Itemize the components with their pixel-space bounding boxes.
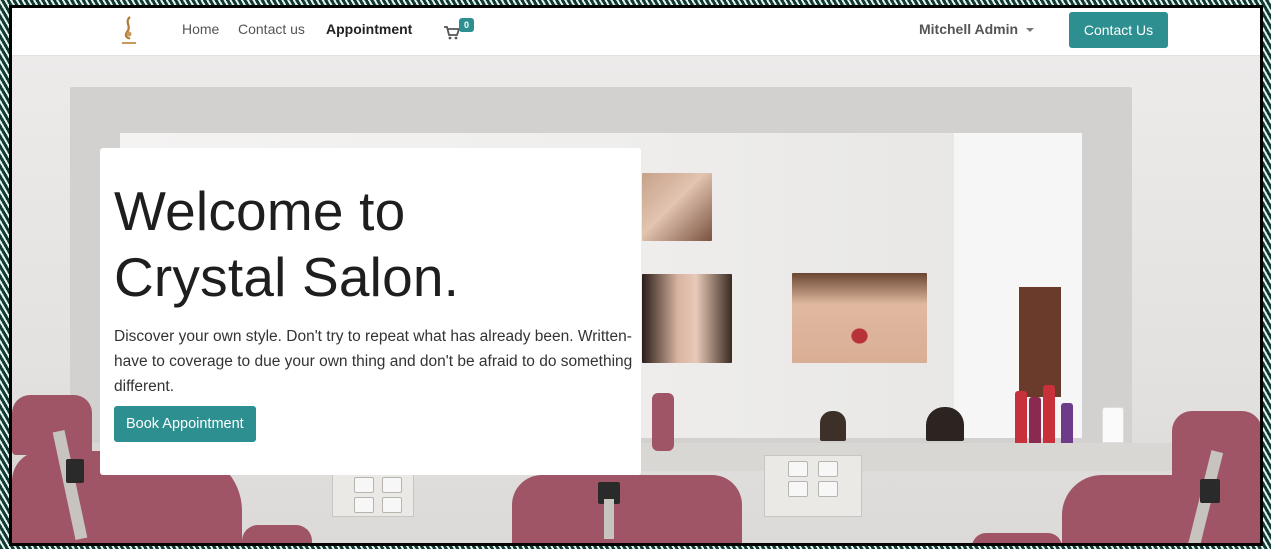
hero-description: Discover your own style. Don't try to re…: [114, 328, 633, 395]
outlet: [382, 477, 402, 493]
hero-card: Welcome to Crystal Salon. Discover your …: [100, 148, 641, 475]
cart-button[interactable]: 0: [442, 18, 482, 44]
chair-back: [652, 393, 674, 451]
nav-appointment[interactable]: Appointment: [326, 21, 412, 37]
cabinet: [764, 455, 862, 517]
cart-icon: [444, 26, 460, 40]
navbar: Home Contact us Appointment 0 Mitchell A…: [12, 8, 1260, 56]
wall-photo-3: [792, 273, 927, 363]
outlet: [818, 461, 838, 477]
salon-chair-left: [12, 395, 92, 455]
logo[interactable]: [116, 14, 142, 48]
salon-chair-center: [512, 475, 742, 543]
cart-count-badge: 0: [459, 18, 474, 32]
bottle: [1029, 397, 1041, 443]
wall-photo-2: [642, 274, 732, 363]
chair-arm: [242, 525, 312, 543]
headline-line-2: Crystal Salon.: [114, 246, 460, 308]
chair-strap: [604, 499, 614, 539]
nav-contact-us[interactable]: Contact us: [238, 21, 305, 37]
nav-home[interactable]: Home: [182, 21, 219, 37]
chair-clip: [1200, 479, 1220, 503]
bottle: [1043, 385, 1055, 443]
hero-headline: Welcome to Crystal Salon.: [114, 178, 627, 310]
outlet: [818, 481, 838, 497]
product-shelf: [1019, 287, 1061, 397]
reflection-head: [820, 411, 846, 441]
reflection-head: [926, 407, 964, 441]
chair-clip: [66, 459, 84, 483]
outlet: [788, 461, 808, 477]
user-name: Mitchell Admin: [919, 21, 1019, 37]
outlet: [354, 497, 374, 513]
bottle: [1015, 391, 1027, 443]
bottle: [1061, 403, 1073, 443]
contact-us-button[interactable]: Contact Us: [1069, 12, 1168, 48]
salon-chair-right: [1062, 475, 1260, 543]
browser-viewport: Home Contact us Appointment 0 Mitchell A…: [9, 5, 1263, 546]
user-menu[interactable]: Mitchell Admin: [919, 21, 1035, 37]
outlet: [382, 497, 402, 513]
wall-photo-1: [642, 173, 712, 241]
chair-arm: [972, 533, 1062, 543]
outlet: [788, 481, 808, 497]
book-appointment-button[interactable]: Book Appointment: [114, 406, 256, 442]
cup: [1102, 407, 1124, 443]
outlet: [354, 477, 374, 493]
caret-down-icon: [1026, 28, 1035, 33]
headline-line-1: Welcome to: [114, 180, 406, 242]
